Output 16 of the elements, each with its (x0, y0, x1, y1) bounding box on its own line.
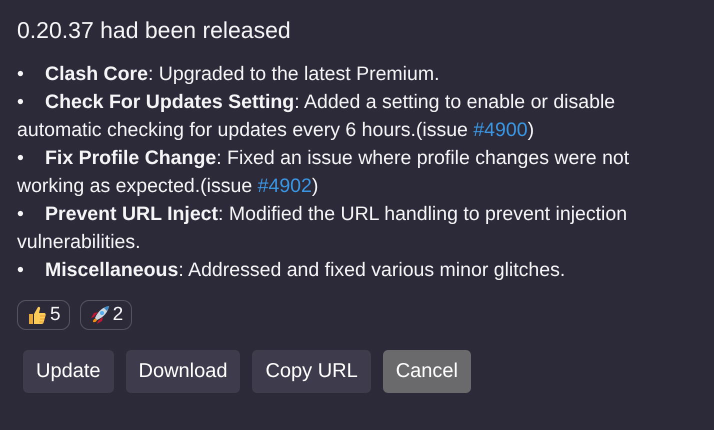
rocket-icon (88, 304, 111, 326)
action-button[interactable]: Update (23, 350, 114, 393)
release-note: • Check For Updates Setting: Added a setting to enable or disable automatic checking for updates every 6 hours.(issue #4900) (17, 90, 616, 143)
release-note: • Prevent URL Inject: Modified the URL handling to prevent injection vulnerabilities. (17, 202, 628, 255)
release-note: • Clash Core: Upgraded to the latest Premium. (17, 62, 441, 87)
action-button[interactable]: Download (126, 350, 240, 393)
release-note: • Fix Profile Change: Fixed an issue where profile changes were not working as expected.(issue #4902) (17, 146, 630, 199)
release-note: • Miscellaneous: Addressed and fixed various minor glitches. (17, 258, 566, 283)
reaction-chip[interactable]: 5 (17, 300, 70, 330)
reaction-chip[interactable]: 2 (80, 300, 132, 330)
cancel-button[interactable]: Cancel (382, 350, 471, 393)
thumbs-up-icon (26, 304, 48, 326)
issue-link[interactable]: #4902 (258, 175, 312, 197)
release-title: 0.20.37 had been released (17, 16, 291, 45)
action-button[interactable]: Copy URL (252, 350, 371, 393)
issue-link[interactable]: #4900 (473, 119, 528, 141)
